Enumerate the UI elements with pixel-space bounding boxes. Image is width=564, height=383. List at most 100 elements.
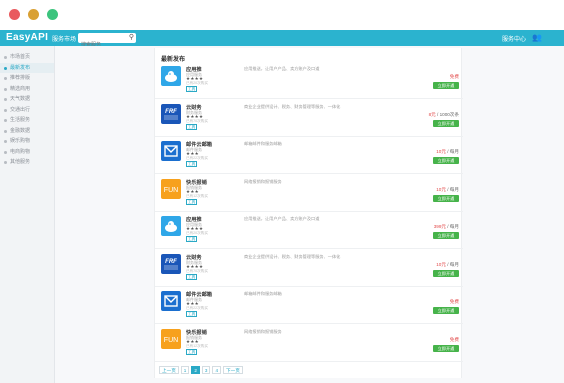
- listing-panel: 最新发布 应用推 应用服务 ★★★★ 已有20次购买 工具 应用推送，让用户产品、卖方账户…: [154, 48, 463, 378]
- user-group-icon[interactable]: 👥: [532, 33, 542, 43]
- price-label: 免费: [450, 337, 459, 343]
- bullet-icon: [4, 108, 7, 112]
- activate-button[interactable]: 立即开通: [433, 232, 459, 239]
- easyapi-logo[interactable]: EasyAPI: [6, 32, 48, 43]
- price-value: 10元: [436, 186, 446, 192]
- category-tag[interactable]: 工具: [186, 273, 198, 280]
- price-unit: / 每月: [445, 261, 459, 267]
- app-row: 邮件云邮箱 邮件服务 ★★★ 已有22次购买 工具 邮箱邮件和服务邮箱 10元 / 每月 立即…: [155, 137, 463, 174]
- sidebar-item-label: 生活服务: [10, 117, 31, 123]
- cloud-finance-logo-icon[interactable]: FRF: [161, 253, 181, 274]
- sidebar-item[interactable]: 推荐排版: [0, 73, 54, 84]
- sidebar-item[interactable]: 最新发布: [0, 62, 54, 73]
- bullet-icon: [4, 140, 7, 143]
- activate-button[interactable]: 立即开通: [433, 194, 459, 202]
- pagination-next[interactable]: 下一页: [223, 366, 243, 374]
- app-push-logo-icon[interactable]: [161, 216, 181, 236]
- close-window-button[interactable]: [9, 9, 20, 20]
- mail-cloud-logo-icon[interactable]: [161, 291, 181, 311]
- pagination-page[interactable]: 3: [201, 366, 211, 374]
- price-label: 10元 / 每月: [436, 149, 459, 155]
- sidebar-item-label: 电商购物: [10, 148, 31, 155]
- fun-expense-logo-icon[interactable]: FUN: [161, 328, 181, 349]
- sidebar-item[interactable]: 娱乐购物: [0, 136, 54, 147]
- category-tag[interactable]: 工具: [186, 236, 198, 243]
- fun-expense-logo-icon[interactable]: FUN: [161, 178, 181, 199]
- price-value: 10元: [436, 261, 446, 267]
- price-label: 免费: [450, 299, 459, 305]
- bullet-icon: [4, 129, 7, 133]
- price-label: 免费: [450, 74, 459, 80]
- cloud-finance-logo-icon[interactable]: FRF: [161, 103, 181, 124]
- category-tag[interactable]: 工具: [186, 161, 198, 168]
- app-row: FRF 云财务 财务服务 ★★★★ 已有70次购买 工具 商业企业提供设计、税务、财务管理等…: [155, 250, 463, 287]
- nav-market-link[interactable]: 服务市场: [52, 34, 76, 43]
- app-description: 邮箱邮件和服务邮箱: [244, 141, 282, 146]
- price-label: 8元 / 1000次条: [429, 112, 459, 118]
- activate-button[interactable]: 立即开通: [433, 119, 459, 127]
- sidebar-item[interactable]: 生活服务: [0, 115, 54, 126]
- mail-cloud-logo-icon[interactable]: [161, 141, 181, 161]
- app-description: 网络报销和报销服务: [244, 328, 282, 334]
- sidebar-item-label: 娱乐购物: [10, 138, 31, 144]
- activate-button[interactable]: 立即开通: [433, 307, 459, 314]
- search-box: ⚲: [78, 33, 136, 50]
- sidebar-item-label: 金融数据: [10, 127, 31, 134]
- sidebar-item-label: 市场首页: [10, 54, 31, 60]
- app-push-logo-icon[interactable]: [161, 66, 181, 86]
- category-tag[interactable]: 工具: [186, 123, 198, 130]
- app-description: 商业企业提供设计、税务、财务管理等服务、一体化: [244, 103, 341, 109]
- window-controls: [9, 9, 58, 20]
- app-window: EasyAPI 服务市场 ⚲ 服务中心 👥 市场首页最新发布推荐排版精选商用天气…: [0, 0, 564, 383]
- app-row: 应用推 应用服务 ★★★★ 已有20次购买 工具 应用推送，让用户产品、卖方账户及口道 免费…: [155, 62, 463, 99]
- price-value: 免费: [449, 74, 459, 79]
- app-description: 应用推送，让用户产品、卖方账户及口道: [244, 216, 320, 221]
- price-value: 免费: [449, 299, 459, 304]
- bullet-icon: [4, 119, 7, 122]
- pagination-page[interactable]: 2: [191, 366, 200, 374]
- maximize-window-button[interactable]: [47, 9, 58, 20]
- activate-button[interactable]: 立即开通: [433, 344, 459, 352]
- pagination-page[interactable]: 1: [180, 366, 190, 374]
- top-nav-bar: EasyAPI 服务市场 ⚲ 服务中心 👥: [0, 30, 564, 50]
- category-tag[interactable]: 工具: [186, 311, 198, 318]
- category-tag[interactable]: 工具: [186, 348, 198, 355]
- sidebar-item[interactable]: 交通出行: [0, 105, 54, 116]
- pagination: 上一页 1 2 3 4 下一页: [159, 366, 243, 374]
- activate-button[interactable]: 立即开通: [433, 157, 459, 164]
- sidebar-item-label: 天气数据: [10, 96, 31, 102]
- app-row: FUN 快乐报销 报销服务 ★★★ 已有12次购买 工具 网络报销和报销服务 10元 / 每月…: [155, 175, 463, 212]
- bullet-icon: [4, 161, 7, 164]
- sidebar-item[interactable]: 电商购物: [0, 147, 54, 158]
- app-description: 网络报销和报销服务: [244, 178, 282, 184]
- price-value: 8元: [428, 111, 436, 117]
- minimize-window-button[interactable]: [28, 9, 39, 20]
- app-description: 邮箱邮件和服务邮箱: [244, 291, 282, 296]
- sidebar-item[interactable]: 金融数据: [0, 126, 54, 137]
- sidebar-item[interactable]: 市场首页: [0, 52, 54, 63]
- activate-button[interactable]: 立即开通: [433, 82, 459, 89]
- sidebar-item-label: 交通出行: [10, 106, 31, 113]
- category-tag[interactable]: 工具: [186, 198, 198, 205]
- app-row: 邮件云邮箱 邮件服务 ★★★ 已有22次购买 工具 邮箱邮件和服务邮箱 免费 立即开通: [155, 287, 463, 324]
- price-unit: / 1000次条: [435, 111, 459, 117]
- category-tag[interactable]: 工具: [186, 86, 198, 93]
- svg-text:FRF: FRF: [165, 259, 177, 265]
- sidebar-item[interactable]: 其他服务: [0, 157, 54, 168]
- activate-button[interactable]: 立即开通: [433, 269, 459, 277]
- app-row: FRF 云财务 财务服务 ★★★★ 已有70次购买 工具 商业企业提供设计、税务、财务管理等…: [155, 100, 463, 137]
- search-icon[interactable]: ⚲: [129, 34, 134, 42]
- price-value: 10元: [436, 149, 446, 154]
- sidebar-item[interactable]: 精选商用: [0, 84, 54, 95]
- pagination-page[interactable]: 4: [212, 366, 222, 374]
- nav-service-center-link[interactable]: 服务中心: [502, 34, 526, 43]
- svg-text:FUN: FUN: [164, 337, 178, 344]
- sidebar-item[interactable]: 天气数据: [0, 94, 54, 105]
- price-label: 10元 / 每月: [436, 187, 459, 193]
- sidebar: 市场首页最新发布 推荐排版 精选商用天气数据交通出行生活服务金融数据娱乐购物电商购物…: [0, 46, 55, 383]
- pagination-prev[interactable]: 上一页: [159, 366, 179, 374]
- sidebar-item-label: 精选商用: [10, 85, 31, 92]
- app-row: FUN 快乐报销 报销服务 ★★★ 已有12次购买 工具 网络报销和报销服务 免费 立即开通: [155, 325, 463, 362]
- logo-tail: I: [45, 32, 49, 43]
- svg-text:FUN: FUN: [164, 187, 178, 194]
